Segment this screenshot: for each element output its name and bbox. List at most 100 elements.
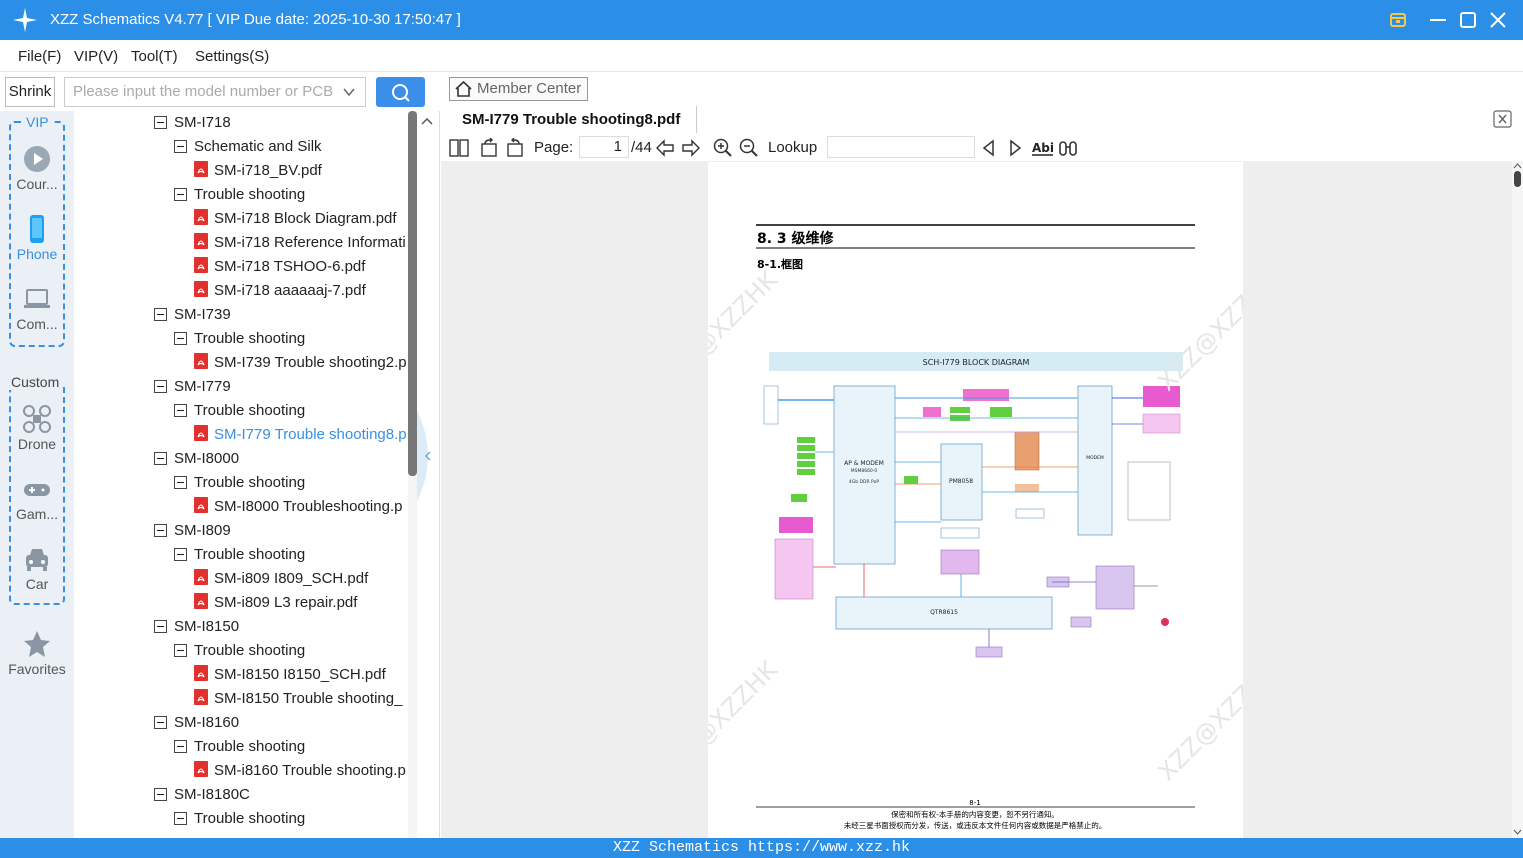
- nav-game[interactable]: Gam...: [0, 474, 74, 522]
- collapse-toggle-icon[interactable]: [154, 115, 167, 129]
- tree-file-item[interactable]: SM-I8150 I8150_SCH.pdf: [194, 663, 386, 687]
- tree-folder-item[interactable]: SM-I779: [154, 375, 231, 399]
- tree-scrollbar-thumb[interactable]: [408, 111, 417, 476]
- collapse-toggle-icon[interactable]: [154, 451, 167, 465]
- tree-file-item[interactable]: SM-i8160 Trouble shooting.p: [194, 759, 406, 783]
- tree-file-item[interactable]: SM-i718 aaaaaaj-7.pdf: [194, 279, 366, 303]
- close-document-icon[interactable]: [1493, 110, 1512, 128]
- tree-folder-item[interactable]: SM-I8180C: [154, 783, 250, 807]
- scroll-up-icon[interactable]: [421, 117, 433, 125]
- tree-folder-item[interactable]: SM-I809: [154, 519, 231, 543]
- tree-file-item[interactable]: SM-I739 Trouble shooting2.p: [194, 351, 407, 375]
- lookup-label: Lookup: [768, 139, 818, 156]
- tree-folder-item[interactable]: SM-I718: [154, 111, 231, 135]
- pdf-viewer[interactable]: 8. 3 级维修 8-1.框图 SCH-I779 BLOCK DIAGRAM A…: [441, 161, 1512, 838]
- chevron-down-icon[interactable]: [343, 86, 355, 98]
- collapse-toggle-icon[interactable]: [174, 139, 187, 153]
- tree-file-item[interactable]: SM-i809 I809_SCH.pdf: [194, 567, 368, 591]
- tree-file-item[interactable]: SM-i718 Reference Informati: [194, 231, 406, 255]
- collapse-toggle-icon[interactable]: [174, 403, 187, 417]
- pdf-file-icon: [194, 425, 208, 442]
- member-center-button[interactable]: Member Center: [449, 77, 588, 101]
- menu-vip[interactable]: VIP(V): [74, 48, 118, 65]
- tree-folder-item[interactable]: Trouble shooting: [174, 807, 305, 831]
- scroll-down-icon[interactable]: [1513, 829, 1522, 835]
- collapse-toggle-icon[interactable]: [154, 307, 167, 321]
- page-label: Page:: [534, 139, 574, 156]
- tree-scrollbar[interactable]: [408, 111, 417, 838]
- tree-folder-item[interactable]: Trouble shooting: [174, 639, 305, 663]
- collapse-handle-icon[interactable]: [417, 411, 439, 501]
- menu-tool[interactable]: Tool(T): [131, 48, 178, 65]
- nav-computer[interactable]: Com...: [0, 284, 74, 332]
- match-case-icon[interactable]: Abi: [1031, 138, 1055, 158]
- viewer-scrollbar-thumb[interactable]: [1514, 171, 1521, 187]
- page-number-input[interactable]: 1: [579, 136, 629, 158]
- collapse-toggle-icon[interactable]: [174, 739, 187, 753]
- nav-car[interactable]: Car: [0, 544, 74, 592]
- collapse-toggle-icon[interactable]: [174, 547, 187, 561]
- tree-file-item[interactable]: SM-I8150 Trouble shooting_: [194, 687, 402, 711]
- collapse-toggle-icon[interactable]: [154, 379, 167, 393]
- tree-file-item[interactable]: SM-i718 TSHOO-6.pdf: [194, 255, 365, 279]
- document-tab[interactable]: SM-I779 Trouble shooting8.pdf: [441, 106, 697, 133]
- tree-file-item[interactable]: SM-i809 L3 repair.pdf: [194, 591, 357, 615]
- tree-folder-item[interactable]: SM-I739: [154, 303, 231, 327]
- tree-folder-item[interactable]: Trouble shooting: [174, 183, 305, 207]
- nav-favorites[interactable]: Favorites: [0, 629, 74, 677]
- collapse-toggle-icon[interactable]: [174, 811, 187, 825]
- collapse-toggle-icon[interactable]: [154, 787, 167, 801]
- tree-item-label: SM-I739 Trouble shooting2.p: [214, 354, 407, 371]
- find-next-icon[interactable]: [1005, 138, 1025, 158]
- tree-folder-item[interactable]: Schematic and Silk: [174, 135, 322, 159]
- play-icon: [24, 146, 50, 172]
- viewer-scrollbar[interactable]: [1512, 161, 1523, 838]
- menu-settings[interactable]: Settings(S): [195, 48, 269, 65]
- panel-collapse-strip[interactable]: [417, 111, 440, 838]
- tree-folder-item[interactable]: SM-I8150: [154, 615, 239, 639]
- shrink-button[interactable]: Shrink: [5, 77, 55, 107]
- zoom-out-icon[interactable]: [739, 138, 759, 158]
- binoculars-icon[interactable]: [1058, 138, 1078, 158]
- collapse-toggle-icon[interactable]: [154, 715, 167, 729]
- nav-courses-label: Cour...: [16, 176, 58, 192]
- tree-folder-item[interactable]: Trouble shooting: [174, 399, 305, 423]
- pmic-label: PM8058: [949, 478, 973, 485]
- find-previous-icon[interactable]: [979, 138, 999, 158]
- tree-folder-item[interactable]: Trouble shooting: [174, 471, 305, 495]
- tree-folder-item[interactable]: SM-I8160: [154, 711, 239, 735]
- vip-box-icon[interactable]: [1386, 8, 1410, 32]
- tree-file-item[interactable]: SM-I8000 Troubleshooting.p: [194, 495, 402, 519]
- tree-file-item[interactable]: SM-I779 Trouble shooting8.p: [194, 423, 407, 447]
- tree-folder-item[interactable]: Trouble shooting: [174, 543, 305, 567]
- collapse-toggle-icon[interactable]: [154, 523, 167, 537]
- collapse-toggle-icon[interactable]: [174, 331, 187, 345]
- collapse-toggle-icon[interactable]: [154, 619, 167, 633]
- next-page-arrow-icon[interactable]: [681, 138, 701, 158]
- nav-drone[interactable]: Drone: [0, 404, 74, 452]
- zoom-in-icon[interactable]: [713, 138, 733, 158]
- nav-courses[interactable]: Cour...: [0, 144, 74, 192]
- collapse-toggle-icon[interactable]: [174, 475, 187, 489]
- previous-page-arrow-icon[interactable]: [655, 138, 675, 158]
- minimize-icon[interactable]: [1426, 8, 1450, 32]
- tree-file-item[interactable]: SM-i718_BV.pdf: [194, 159, 322, 183]
- tree-folder-item[interactable]: Trouble shooting: [174, 327, 305, 351]
- menu-file[interactable]: File(F): [18, 48, 61, 65]
- tree-folder-item[interactable]: Trouble shooting: [174, 735, 305, 759]
- nav-phone[interactable]: Phone: [0, 214, 74, 262]
- model-search-input[interactable]: Please input the model number or PCB: [64, 77, 366, 107]
- lookup-input[interactable]: [827, 136, 975, 158]
- close-icon[interactable]: [1486, 8, 1510, 32]
- search-button[interactable]: [376, 77, 425, 107]
- collapse-toggle-icon[interactable]: [174, 643, 187, 657]
- status-bar: XZZ Schematics https://www.xzz.hk: [0, 838, 1523, 858]
- rotate-right-icon[interactable]: [505, 138, 525, 158]
- maximize-icon[interactable]: [1456, 8, 1480, 32]
- rotate-left-icon[interactable]: [479, 138, 499, 158]
- scroll-up-icon[interactable]: [1513, 163, 1522, 169]
- tree-file-item[interactable]: SM-i718 Block Diagram.pdf: [194, 207, 397, 231]
- two-page-view-icon[interactable]: [449, 138, 469, 158]
- collapse-toggle-icon[interactable]: [174, 187, 187, 201]
- tree-folder-item[interactable]: SM-I8000: [154, 447, 239, 471]
